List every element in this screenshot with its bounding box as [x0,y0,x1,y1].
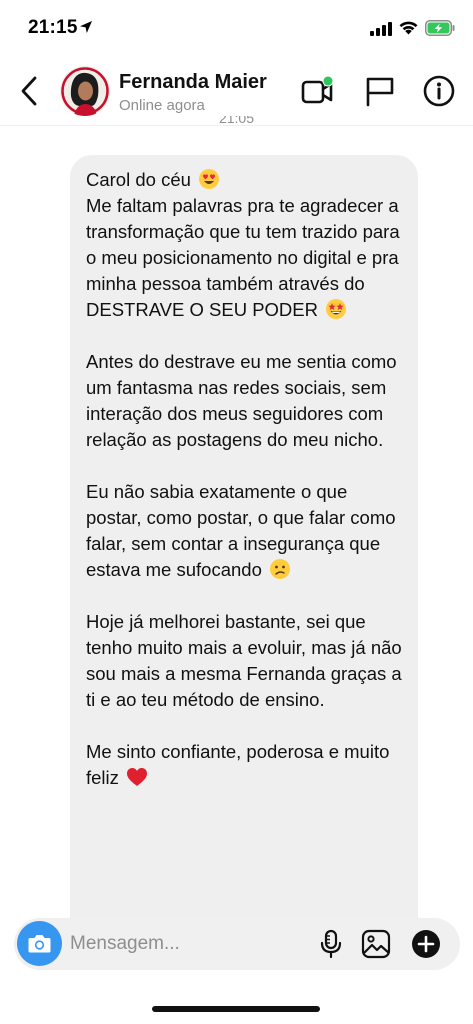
info-icon[interactable] [422,74,456,108]
wifi-icon [399,21,418,35]
contact-status: Online agora [119,97,205,114]
message-paragraph: Carol do céu [86,167,402,193]
microphone-icon[interactable] [316,929,346,959]
paragraph-text: Me faltam palavras pra te agradecer a tr… [86,195,400,320]
signal-icon [370,22,392,36]
message-input[interactable] [70,929,300,959]
confused-face-emoji-icon [270,559,290,579]
paragraph-text: Antes do destrave eu me sentia como um f… [86,351,397,450]
camera-icon [28,935,51,953]
paragraph-text: Eu não sabia exatamente o que postar, co… [86,481,396,580]
message-paragraph: Me sinto confiante, poderosa e muito fel… [86,739,402,791]
message-paragraph: Me faltam palavras pra te agradecer a tr… [86,193,402,323]
heart-eyes-emoji-icon [199,169,220,189]
paragraph-text: Carol do céu [86,169,191,190]
flag-icon[interactable] [363,74,397,108]
back-chevron-icon[interactable] [18,75,40,107]
status-bar: 21:15 [0,0,473,56]
camera-button[interactable] [17,921,62,966]
plus-circle-icon[interactable] [411,929,441,959]
video-call-icon[interactable] [300,74,334,108]
red-heart-emoji-icon [127,768,148,786]
message-paragraph: Antes do destrave eu me sentia como um f… [86,349,402,453]
home-indicator[interactable] [152,1006,320,1012]
timestamp-text: 21:05 [218,116,255,126]
star-struck-emoji-icon [326,299,347,319]
gallery-icon[interactable] [361,929,391,959]
message-paragraph: Hoje já melhorei bastante, sei que tenho… [86,609,402,713]
avatar-image [60,66,110,116]
avatar[interactable] [60,66,110,116]
message-composer [14,918,460,970]
battery-charging-icon [425,20,455,36]
message-paragraph: Eu não sabia exatamente o que postar, co… [86,479,402,583]
message-timestamp: 21:05 [0,116,473,130]
paragraph-text: Hoje já melhorei bastante, sei que tenho… [86,611,402,710]
location-arrow-icon [80,21,92,33]
contact-name[interactable]: Fernanda Maier [119,71,267,94]
message-bubble[interactable]: Carol do céu Me faltam palavras pra te a… [70,155,418,955]
status-time: 21:15 [28,17,78,38]
